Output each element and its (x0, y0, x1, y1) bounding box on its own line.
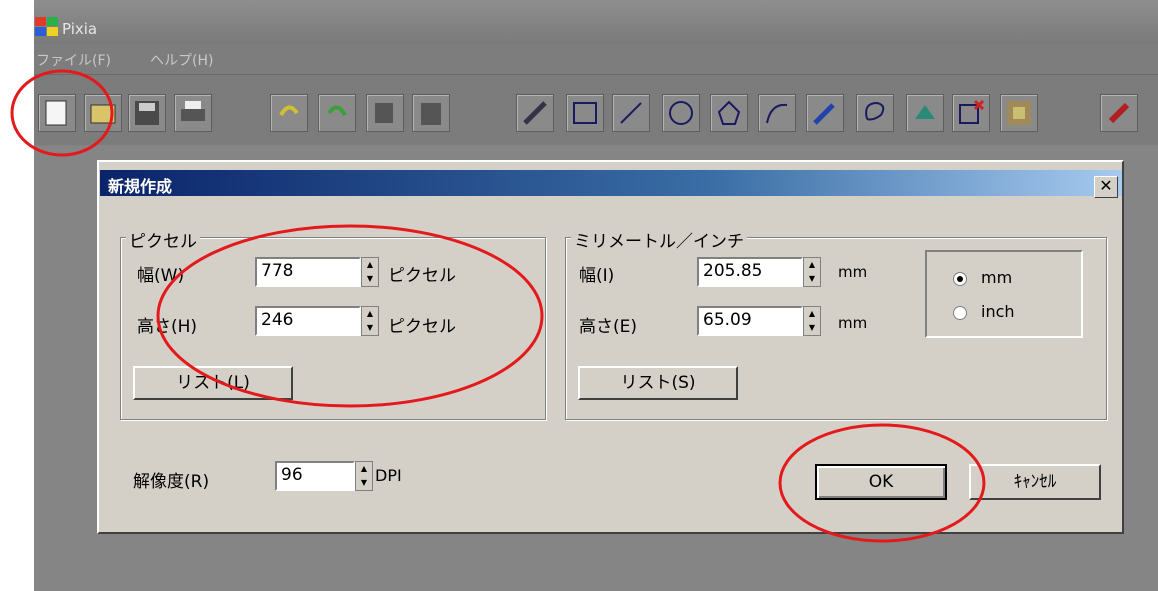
copy-icon[interactable] (366, 94, 404, 132)
metric-height-unit: mm (838, 314, 868, 332)
app-title-bar (34, 0, 1158, 44)
dialog-title-bar: 新規作成 (100, 170, 1122, 196)
metric-list-button[interactable]: リスト(S) (578, 366, 738, 400)
resolution-input[interactable]: 96 (275, 461, 355, 491)
pixel-height-label: 高さ(H) (137, 317, 198, 337)
new-file-icon[interactable] (38, 94, 76, 132)
app-icon (34, 16, 60, 38)
resolution-label: 解像度(R) (133, 472, 210, 492)
cross-select-icon[interactable] (952, 94, 990, 132)
pattern-icon[interactable] (1000, 94, 1038, 132)
pixel-height-unit: ピクセル (388, 317, 456, 337)
dialog-title: 新規作成 (108, 177, 173, 196)
pen-icon[interactable] (516, 94, 554, 132)
metric-height-input[interactable]: 65.09 (697, 306, 803, 336)
pixel-width-unit: ピクセル (388, 266, 456, 286)
metric-width-label: 幅(I) (579, 266, 615, 286)
metric-width-spinner[interactable]: ▲ ▼ (803, 257, 821, 287)
spray-icon[interactable] (806, 94, 844, 132)
dialog-close-button[interactable]: ✕ (1094, 176, 1118, 198)
pixel-width-label: 幅(W) (137, 266, 185, 286)
unit-radio-box (925, 250, 1083, 338)
metric-width-unit: mm (838, 263, 868, 281)
resolution-spinner[interactable]: ▲ ▼ (355, 461, 373, 491)
pixel-group-label: ピクセル (126, 227, 200, 252)
print-icon[interactable] (174, 94, 212, 132)
cancel-button[interactable]: ｷｬﾝｾﾙ (969, 464, 1101, 500)
radio-mm[interactable] (953, 272, 967, 286)
radio-mm-label: mm (981, 268, 1013, 287)
pixel-list-button[interactable]: リスト(L) (133, 366, 293, 400)
open-icon[interactable] (84, 94, 122, 132)
save-icon[interactable] (128, 94, 166, 132)
menu-file[interactable]: ファイル(F) (36, 50, 111, 70)
pixel-width-input[interactable]: 778 (255, 257, 361, 287)
metric-height-label: 高さ(E) (579, 317, 638, 337)
menu-help[interactable]: ヘルプ(H) (150, 50, 213, 70)
resolution-unit: DPI (375, 466, 402, 485)
radio-inch[interactable] (953, 306, 967, 320)
metric-width-input[interactable]: 205.85 (697, 257, 803, 287)
metric-height-spinner[interactable]: ▲ ▼ (803, 306, 821, 336)
fill-icon[interactable] (906, 94, 944, 132)
polygon-icon[interactable] (710, 94, 748, 132)
pixel-width-spinner[interactable]: ▲ ▼ (361, 257, 379, 287)
radio-inch-label: inch (981, 302, 1015, 321)
redo-icon[interactable] (318, 94, 356, 132)
app-title: Pixia (62, 20, 98, 38)
left-margin (0, 0, 34, 591)
brush-icon[interactable] (1100, 94, 1138, 132)
metric-group-label: ミリメートル／インチ (571, 227, 747, 252)
pixel-height-spinner[interactable]: ▲ ▼ (361, 306, 379, 336)
lasso-icon[interactable] (856, 94, 894, 132)
paste-icon[interactable] (412, 94, 450, 132)
curve-icon[interactable] (758, 94, 796, 132)
line-icon[interactable] (612, 94, 650, 132)
ellipse-icon[interactable] (662, 94, 700, 132)
rectangle-icon[interactable] (566, 94, 604, 132)
ok-button[interactable]: OK (815, 464, 947, 500)
undo-icon[interactable] (270, 94, 308, 132)
pixel-height-input[interactable]: 246 (255, 306, 361, 336)
